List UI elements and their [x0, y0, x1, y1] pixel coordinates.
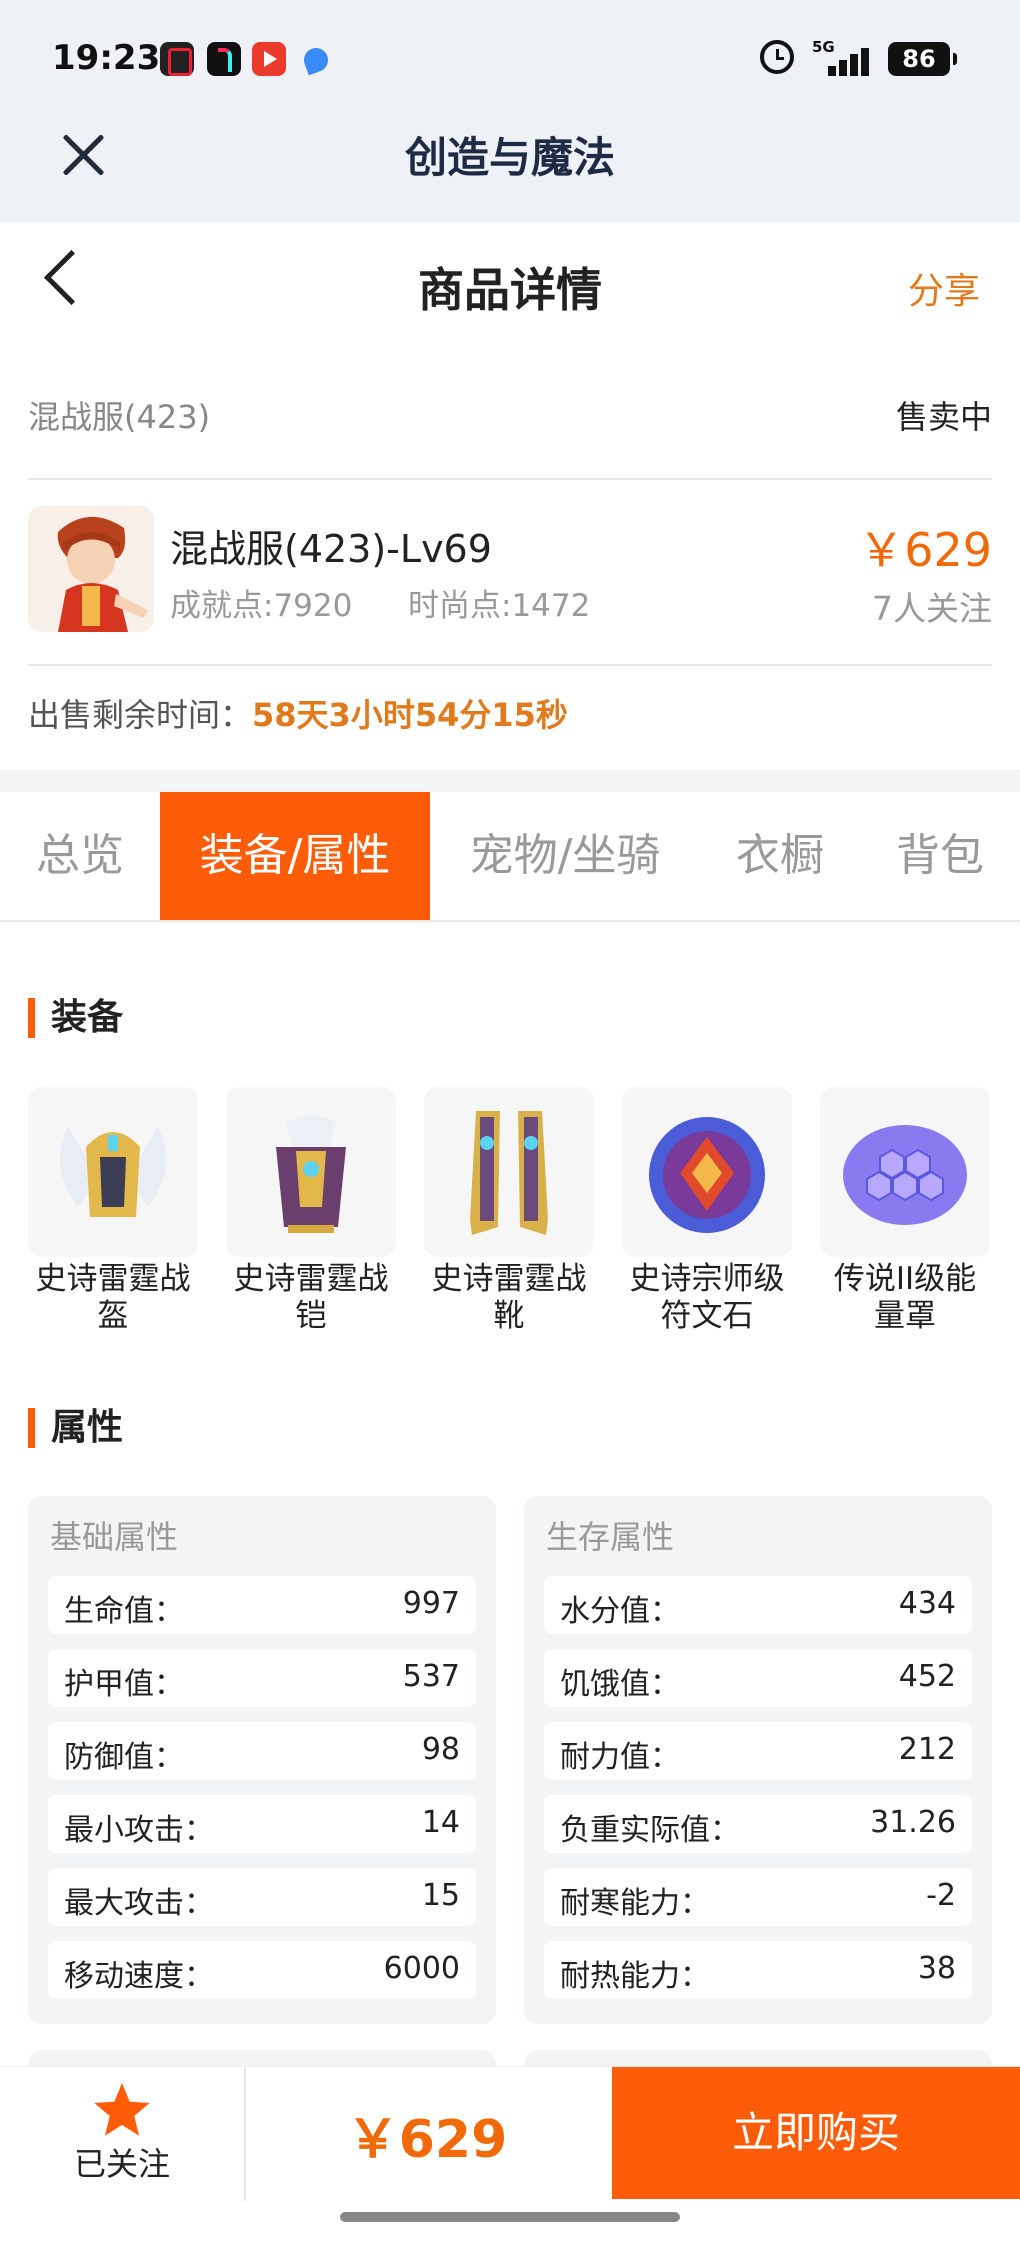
- attribute-row: 耐寒能力： -2: [544, 1868, 972, 1926]
- server-name: 混战服(423): [28, 398, 211, 436]
- equipment-name: 传说II级能量罩: [833, 1261, 977, 1334]
- card-title: 基础属性: [50, 1518, 179, 1556]
- follow-label: 已关注: [73, 2145, 170, 2183]
- attribute-row: 饥饿值： 452: [544, 1649, 972, 1707]
- product-price: ￥629: [858, 523, 992, 577]
- equipment-item[interactable]: 史诗雷霆战靴: [424, 1087, 594, 1334]
- product-name: 混战服(423)-Lv69: [170, 527, 492, 571]
- helmet-icon: [28, 1087, 198, 1257]
- attribute-value: 537: [402, 1659, 460, 1694]
- attribute-key: 最大攻击：: [64, 1886, 214, 1921]
- remaining-time-value: 58天3小时54分15秒: [252, 696, 568, 734]
- attribute-value: -2: [926, 1878, 956, 1913]
- attribute-row: 最大攻击： 15: [48, 1868, 476, 1926]
- attribute-row: 负重实际值： 31.26: [544, 1795, 972, 1853]
- attribute-value: 6000: [383, 1951, 460, 1986]
- app-bar: 创造与魔法: [0, 118, 1020, 222]
- tiktok-icon: [207, 42, 241, 76]
- basic-attributes-card: 基础属性 生命值： 997 护甲值： 537 防御值： 98 最小攻击： 14 最大攻击…: [28, 1496, 496, 2024]
- attribute-key: 水分值：: [560, 1594, 680, 1629]
- equipment-section-title: 装备: [28, 998, 123, 1038]
- attribute-key: 护甲值：: [64, 1667, 184, 1702]
- attribute-key: 耐力值：: [560, 1740, 680, 1775]
- avatar: [28, 506, 154, 632]
- equipment-item[interactable]: 史诗雷霆战铠: [226, 1087, 396, 1334]
- follower-count: 7人关注: [872, 589, 992, 628]
- tab-equipment-attributes[interactable]: 装备/属性: [160, 792, 430, 920]
- attribute-value: 452: [898, 1659, 956, 1694]
- achievement-points: 成就点:7920: [170, 588, 353, 624]
- signal-icon: [826, 46, 876, 76]
- app-title: 创造与魔法: [404, 133, 615, 182]
- video-app-icon: [252, 42, 286, 76]
- buy-now-button[interactable]: 立即购买: [612, 2067, 1020, 2199]
- alarm-icon: [760, 40, 794, 74]
- attribute-row: 生命值： 997: [48, 1576, 476, 1634]
- attribute-key: 饥饿值：: [560, 1667, 680, 1702]
- armor-icon: [226, 1087, 396, 1257]
- remaining-time: 出售剩余时间：58天3小时54分15秒: [28, 690, 568, 736]
- attribute-value: 14: [421, 1805, 460, 1840]
- attribute-key: 生命值：: [64, 1594, 184, 1629]
- messenger-icon: [300, 42, 334, 76]
- boots-icon: [424, 1087, 594, 1257]
- attribute-value: 212: [898, 1732, 956, 1767]
- battery-icon: 86: [888, 42, 957, 76]
- equipment-item[interactable]: 传说II级能量罩: [820, 1087, 990, 1334]
- fashion-points: 时尚点:1472: [408, 588, 591, 624]
- attribute-row: 最小攻击： 14: [48, 1795, 476, 1853]
- notification-app-icon: [160, 42, 194, 76]
- attribute-value: 38: [917, 1951, 956, 1986]
- home-indicator[interactable]: [340, 2212, 680, 2222]
- remaining-time-label: 出售剩余时间：: [28, 696, 253, 734]
- attribute-key: 负重实际值：: [560, 1813, 740, 1848]
- share-button[interactable]: 分享: [908, 262, 980, 314]
- rune-stone-icon: [622, 1087, 792, 1257]
- status-bar: 19:23 5G 86: [0, 0, 1020, 118]
- equipment-item[interactable]: 史诗宗师级符文石: [622, 1087, 792, 1334]
- attribute-row: 耐热能力： 38: [544, 1941, 972, 1999]
- tab-bar: 总览 装备/属性 宠物/坐骑 衣橱 背包: [0, 792, 1020, 922]
- attribute-value: 997: [402, 1586, 460, 1621]
- attribute-value: 98: [421, 1732, 460, 1767]
- equipment-name: 史诗雷霆战靴: [431, 1261, 587, 1334]
- survival-attributes-card: 生存属性 水分值： 434 饥饿值： 452 耐力值： 212 负重实际值： 31.26…: [524, 1496, 992, 2024]
- attribute-row: 移动速度： 6000: [48, 1941, 476, 1999]
- section-divider: [0, 770, 1020, 792]
- equipment-name: 史诗雷霆战盔: [35, 1261, 191, 1334]
- attribute-row: 防御值： 98: [48, 1722, 476, 1780]
- page-header: 商品详情 分享: [0, 222, 1020, 352]
- attribute-key: 移动速度：: [64, 1959, 214, 1994]
- product-card[interactable]: 混战服(423)-Lv69 成就点:7920 时尚点:1472 ￥629 7人关…: [28, 480, 992, 666]
- star-icon: [94, 2083, 150, 2136]
- attribute-key: 防御值：: [64, 1740, 184, 1775]
- tab-wardrobe[interactable]: 衣橱: [700, 792, 860, 920]
- attribute-value: 31.26: [870, 1805, 956, 1840]
- server-row: 混战服(423) 售卖中: [28, 360, 992, 480]
- page-title: 商品详情: [418, 263, 602, 317]
- sale-status: 售卖中: [895, 398, 992, 436]
- tab-backpack[interactable]: 背包: [860, 792, 1020, 920]
- attribute-row: 水分值： 434: [544, 1576, 972, 1634]
- energy-shield-icon: [820, 1087, 990, 1257]
- attribute-key: 耐热能力：: [560, 1959, 710, 1994]
- attribute-row: 耐力值： 212: [544, 1722, 972, 1780]
- bottom-price: ￥629: [346, 2110, 508, 2170]
- attributes-section-title: 属性: [28, 1408, 123, 1448]
- follow-button[interactable]: 已关注: [0, 2067, 246, 2201]
- attribute-key: 耐寒能力：: [560, 1886, 710, 1921]
- attribute-value: 434: [898, 1586, 956, 1621]
- equipment-name: 史诗宗师级符文石: [629, 1261, 785, 1334]
- tab-overview[interactable]: 总览: [0, 792, 160, 920]
- status-time: 19:23: [52, 38, 161, 78]
- equipment-name: 史诗雷霆战铠: [233, 1261, 389, 1334]
- tab-pets-mounts[interactable]: 宠物/坐骑: [430, 792, 700, 920]
- attribute-key: 最小攻击：: [64, 1813, 214, 1848]
- attribute-value: 15: [421, 1878, 460, 1913]
- attribute-row: 护甲值： 537: [48, 1649, 476, 1707]
- equipment-item[interactable]: 史诗雷霆战盔: [28, 1087, 198, 1334]
- card-title: 生存属性: [546, 1518, 675, 1556]
